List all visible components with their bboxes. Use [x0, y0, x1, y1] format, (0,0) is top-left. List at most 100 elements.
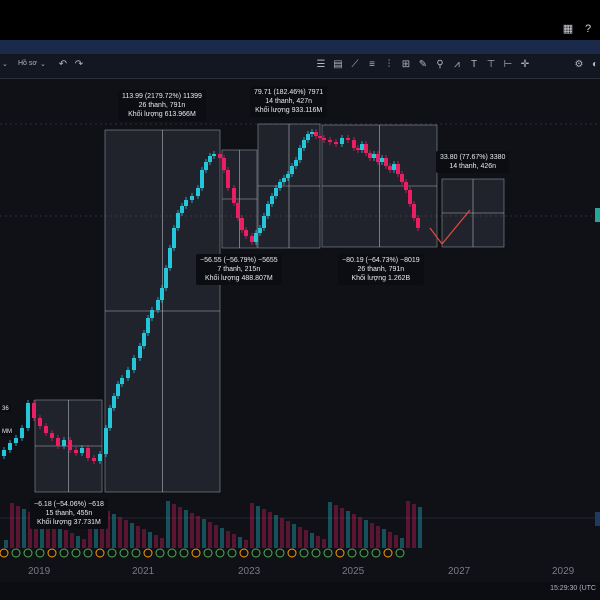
candle-body: [322, 138, 326, 140]
candle-body: [290, 166, 294, 174]
measure-label-6-line2: 15 thanh, 455n: [45, 510, 93, 517]
candle-body: [328, 140, 332, 142]
fib-icon[interactable]: ≡: [365, 58, 379, 72]
candle-body: [200, 170, 204, 188]
brush-icon[interactable]: ✎: [416, 58, 430, 72]
event-marker-icon: [311, 548, 321, 558]
volume-bar: [118, 517, 122, 548]
candle-body: [244, 230, 248, 236]
undo-icon[interactable]: ↶: [56, 58, 70, 72]
volume-bar: [346, 511, 350, 548]
candle-body: [286, 174, 290, 178]
candle-body: [236, 203, 240, 218]
volume-bar: [142, 529, 146, 548]
candle-body: [68, 440, 72, 450]
candle-body: [44, 426, 48, 433]
filter-lines-icon[interactable]: ☰: [314, 58, 328, 72]
candle-body: [226, 170, 230, 188]
candle-body: [86, 448, 90, 458]
candle-body: [116, 384, 120, 396]
measure-label-2-line2: 14 thanh, 427n: [265, 98, 312, 105]
pattern-icon[interactable]: ⩘: [450, 58, 464, 72]
measure-label-5: −80.19 (−64.73%) −8019 26 thanh, 791n Kh…: [338, 254, 424, 285]
help-icon[interactable]: ?: [582, 23, 594, 35]
event-marker-icon: [119, 548, 129, 558]
volume-bar: [256, 506, 260, 548]
ruler-icon[interactable]: ⊤: [484, 58, 498, 72]
clock-label: 15:29:30 (UTC: [550, 585, 596, 592]
volume-bar: [22, 509, 26, 548]
candle-body: [356, 148, 360, 150]
volume-bar: [70, 533, 74, 548]
event-marker-icon: [335, 548, 345, 558]
window-controls: ▦ ?: [562, 23, 594, 35]
magnet-icon[interactable]: ⚙: [572, 58, 586, 72]
event-marker-icon: [83, 548, 93, 558]
time-axis[interactable]: 2019 2021 2023 2025 2027 2029: [0, 562, 600, 582]
candle-body: [204, 162, 208, 170]
fullscreen-icon[interactable]: ◐: [588, 58, 600, 72]
volume-bar: [154, 535, 158, 548]
grid-icon[interactable]: ▦: [562, 23, 574, 35]
year-label: 2027: [448, 566, 471, 577]
candle-body: [62, 440, 66, 446]
ho-so-button[interactable]: Hồ sơ: [18, 60, 37, 67]
candle-body: [310, 132, 314, 134]
candle-body: [180, 206, 184, 213]
volume-bar: [160, 538, 164, 548]
cut-label-1: 36: [0, 405, 11, 413]
event-marker-icon: [59, 548, 69, 558]
trend-line-icon[interactable]: ⟋: [348, 58, 362, 72]
gann-icon[interactable]: ⊞: [399, 58, 413, 72]
volume-bar: [406, 501, 410, 548]
candle-body: [404, 182, 408, 190]
candle-body: [38, 418, 42, 426]
window-titlebar: ▦ ?: [0, 0, 600, 40]
candle-body: [98, 454, 102, 461]
volume-bar: [382, 529, 386, 548]
text-icon[interactable]: T: [467, 58, 481, 72]
volume-bar: [244, 540, 248, 548]
volume-bar: [214, 525, 218, 548]
volume-bar: [172, 504, 176, 548]
channel-icon[interactable]: ▤: [331, 58, 345, 72]
pitchfork-icon[interactable]: ⫶: [382, 58, 396, 72]
event-marker-icon: [359, 548, 369, 558]
pin-icon[interactable]: ⚲: [433, 58, 447, 72]
volume-bar: [412, 504, 416, 548]
price-chart-canvas[interactable]: [0, 78, 600, 562]
volume-bar: [328, 502, 332, 548]
crosshair-icon[interactable]: ✛: [518, 58, 532, 72]
measure-label-5-line3: Khối lượng 1.262B: [351, 275, 411, 282]
candle-body: [258, 228, 262, 233]
event-marker-icon: [47, 548, 57, 558]
chevron-down-icon[interactable]: ⌄: [40, 60, 46, 68]
candle-body: [108, 408, 112, 428]
candle-body: [294, 160, 298, 166]
measure-icon[interactable]: ⊢: [501, 58, 515, 72]
event-marker-icon: [203, 548, 213, 558]
candle-body: [50, 433, 54, 438]
volume-bar: [196, 516, 200, 548]
chevron-down-icon[interactable]: ⌄: [2, 60, 8, 68]
volume-bar: [376, 526, 380, 548]
volume-bar: [274, 515, 278, 548]
year-label: 2023: [238, 566, 261, 577]
volume-bar: [322, 539, 326, 548]
event-marker-icon: [155, 548, 165, 558]
candle-body: [274, 188, 278, 196]
candle-body: [262, 216, 266, 228]
volume-bar: [190, 513, 194, 548]
volume-scale-marker: [595, 512, 600, 526]
volume-bar: [292, 524, 296, 548]
volume-bar: [76, 536, 80, 548]
candle-body: [302, 140, 306, 148]
volume-bar: [10, 503, 14, 548]
candle-body: [120, 378, 124, 384]
measure-label-2-line1: 79.71 (182.46%) 7971: [254, 89, 324, 96]
measure-label-4-line2: 7 thanh, 215n: [217, 266, 261, 273]
candle-body: [360, 144, 364, 150]
redo-icon[interactable]: ↷: [72, 58, 86, 72]
candle-body: [270, 196, 274, 204]
volume-bar: [310, 533, 314, 548]
